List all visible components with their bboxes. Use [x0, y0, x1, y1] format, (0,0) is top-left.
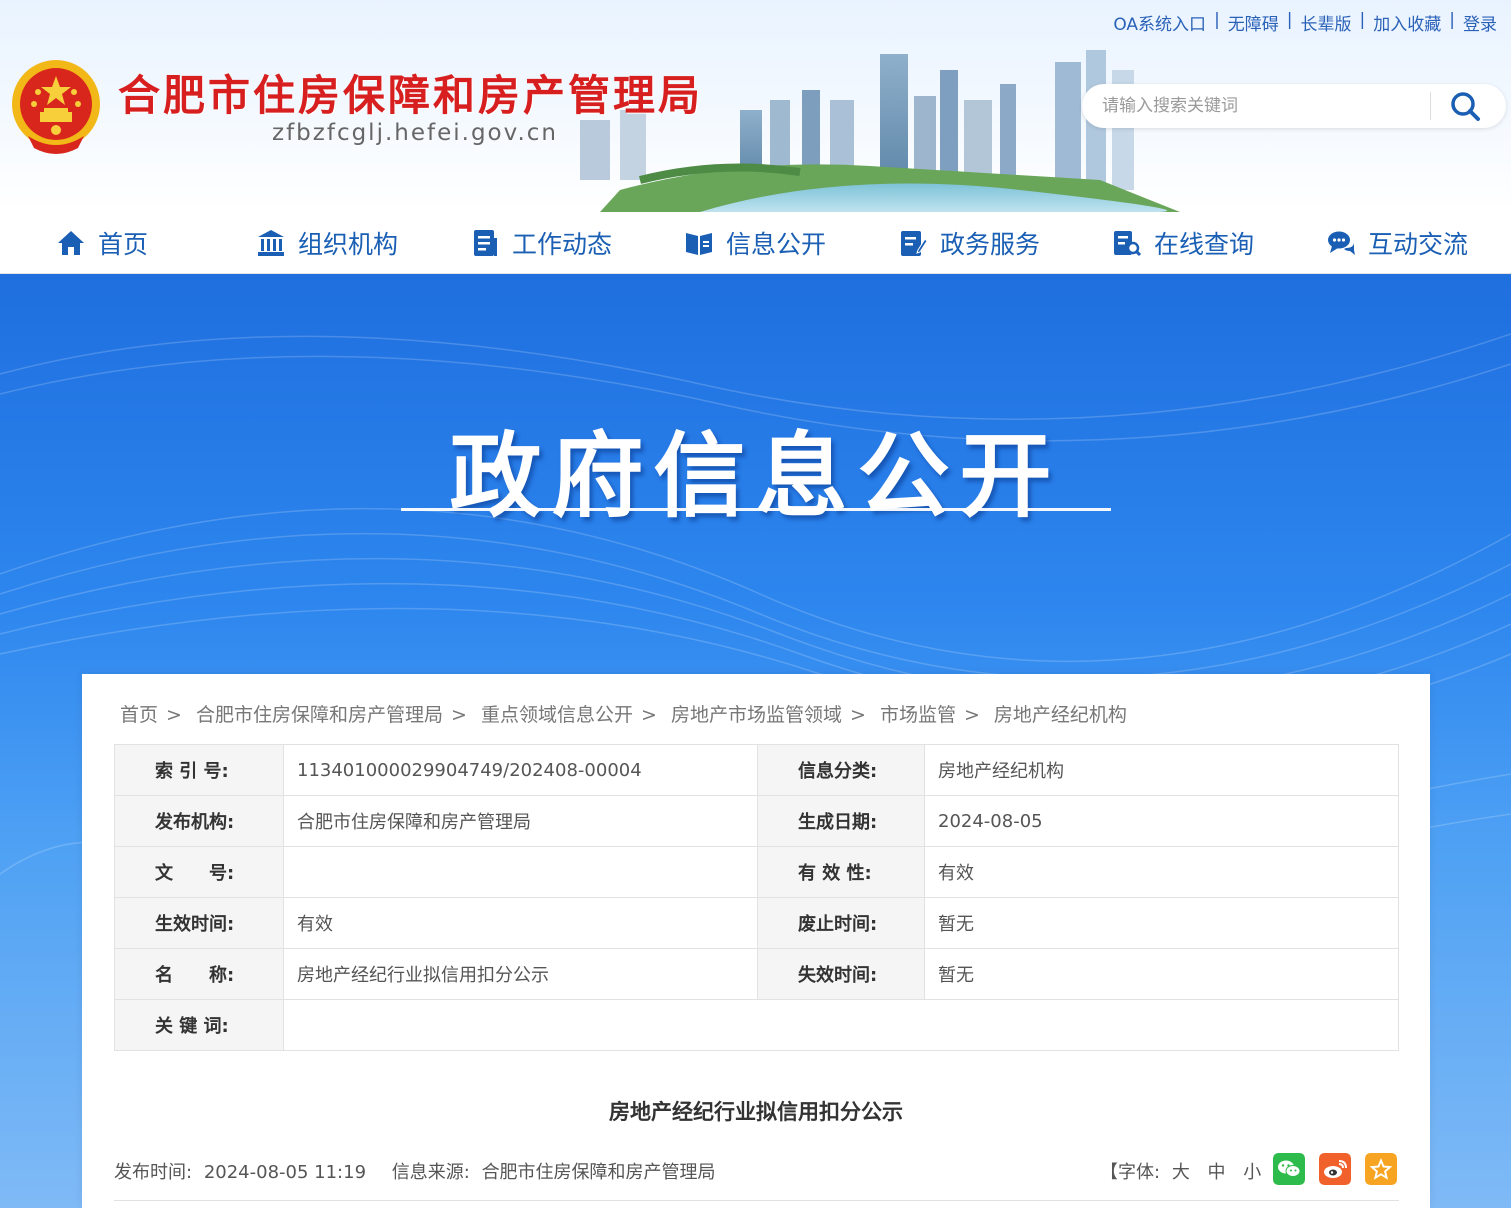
meta-value	[283, 846, 758, 898]
national-emblem-icon	[12, 60, 100, 154]
font-size-medium[interactable]: 中	[1208, 1162, 1226, 1183]
nav-item-label: 工作动态	[512, 230, 613, 259]
nav-item-online-query[interactable]: 在线查询	[1112, 212, 1254, 274]
font-size-switcher: 【字体: 大 中 小 】	[1100, 1158, 1291, 1184]
search-doc-icon	[1114, 231, 1142, 257]
search-icon[interactable]	[1446, 89, 1486, 123]
meta-value	[283, 999, 1399, 1051]
font-size-label: 【字体:	[1100, 1162, 1161, 1183]
banner-underline	[401, 508, 1111, 511]
favorite-star-icon[interactable]	[1365, 1153, 1397, 1185]
meta-key: 生效时间:	[114, 897, 284, 949]
add-favorite-link[interactable]: 加入收藏	[1365, 10, 1449, 35]
font-size-large[interactable]: 大	[1172, 1162, 1190, 1183]
wechat-share-icon[interactable]	[1273, 1153, 1305, 1185]
divider	[114, 1200, 1399, 1201]
chat-icon	[1328, 231, 1355, 255]
breadcrumb-separator: >	[963, 704, 980, 726]
document-icon	[474, 230, 497, 256]
table-row: 关 键 词:	[114, 999, 1399, 1051]
breadcrumb-separator: >	[451, 704, 467, 726]
meta-value: 有效	[283, 897, 758, 949]
publish-time: 2024-08-05 11:19	[203, 1162, 367, 1183]
breadcrumb-separator: >	[849, 704, 866, 726]
nav-item-organization[interactable]: 组织机构	[256, 212, 398, 274]
breadcrumb-market-supervision[interactable]: 市场监管	[880, 704, 956, 726]
nav-item-work-news[interactable]: 工作动态	[470, 212, 612, 274]
nav-item-label: 在线查询	[1154, 230, 1255, 259]
nav-item-gov-services[interactable]: 政务服务	[898, 212, 1040, 274]
home-icon	[58, 231, 84, 255]
site-header: 合肥市住房保障和房产管理局 zfbzfcglj.hefei.gov.cn OA系…	[0, 0, 1511, 212]
breadcrumb-home[interactable]: 首页	[120, 704, 158, 726]
meta-key: 有 效 性:	[757, 846, 925, 898]
breadcrumb-agencies[interactable]: 房地产经纪机构	[994, 704, 1127, 726]
meta-value: 暂无	[924, 948, 1399, 1000]
nav-item-interaction[interactable]: 互动交流	[1326, 212, 1468, 274]
meta-key: 失效时间:	[757, 948, 925, 1000]
nav-item-label: 信息公开	[726, 230, 827, 259]
banner-title: 政府信息公开	[449, 423, 1062, 530]
meta-value: 房地产经纪行业拟信用扣分公示	[283, 948, 758, 1000]
login-link[interactable]: 登录	[1455, 10, 1505, 35]
meta-value: 合肥市住房保障和房产管理局	[283, 795, 758, 847]
nav-item-label: 首页	[98, 230, 149, 259]
meta-key: 关 键 词:	[114, 999, 284, 1051]
meta-key: 生成日期:	[757, 795, 925, 847]
breadcrumb-bureau[interactable]: 合肥市住房保障和房产管理局	[196, 704, 443, 726]
table-row: 生效时间: 有效 废止时间: 暂无	[114, 897, 1399, 949]
table-row: 文 号: 有 效 性: 有效	[114, 846, 1399, 898]
publish-info: 发布时间: 2024-08-05 11:19 信息来源: 合肥市住房保障和房产管…	[114, 1158, 722, 1184]
meta-value: 暂无	[924, 897, 1399, 949]
meta-key: 废止时间:	[757, 897, 925, 949]
site-title: 合肥市住房保障和房产管理局	[118, 71, 704, 120]
search-input[interactable]	[1102, 92, 1422, 120]
meta-value: 房地产经纪机构	[924, 744, 1399, 796]
weibo-share-icon[interactable]	[1319, 1153, 1351, 1185]
meta-value: 有效	[924, 846, 1399, 898]
breadcrumb-market-supervision-area[interactable]: 房地产市场监管领域	[671, 704, 842, 726]
info-meta-table: 索 引 号: 113401000029904749/202408-00004 信…	[114, 744, 1399, 1051]
breadcrumb: 首页 > 合肥市住房保障和房产管理局 > 重点领域信息公开 > 房地产市场监管领域 > …	[120, 700, 1127, 727]
breadcrumb-separator: >	[640, 704, 657, 726]
source-label: 信息来源:	[391, 1162, 470, 1183]
open-book-icon	[686, 233, 712, 255]
source-value: 合肥市住房保障和房产管理局	[481, 1162, 716, 1183]
article-title: 房地产经纪行业拟信用扣分公示	[609, 1100, 903, 1124]
meta-key: 信息分类:	[757, 744, 925, 796]
accessibility-link[interactable]: 无障碍	[1220, 10, 1287, 35]
site-domain: zfbzfcglj.hefei.gov.cn	[272, 120, 558, 146]
search-box	[1082, 84, 1506, 128]
search-divider	[1430, 92, 1431, 120]
building-icon	[258, 230, 284, 256]
nav-item-home[interactable]: 首页	[56, 212, 148, 274]
meta-key: 索 引 号:	[114, 744, 284, 796]
breadcrumb-separator: >	[166, 704, 182, 726]
table-row: 名 称: 房地产经纪行业拟信用扣分公示 失效时间: 暂无	[114, 948, 1399, 1000]
table-row: 发布机构: 合肥市住房保障和房产管理局 生成日期: 2024-08-05	[114, 795, 1399, 847]
nav-item-info-disclosure[interactable]: 信息公开	[684, 212, 826, 274]
top-links: OA系统入口 | 无障碍 | 长辈版 | 加入收藏 | 登录	[1105, 10, 1505, 35]
breadcrumb-key-areas[interactable]: 重点领域信息公开	[481, 704, 633, 726]
font-size-small[interactable]: 小	[1243, 1162, 1261, 1183]
publish-time-label: 发布时间:	[114, 1162, 193, 1183]
meta-value: 2024-08-05	[924, 795, 1399, 847]
edit-form-icon	[901, 231, 928, 256]
meta-key: 文 号:	[114, 846, 284, 898]
meta-value: 113401000029904749/202408-00004	[283, 744, 758, 796]
oa-entry-link[interactable]: OA系统入口	[1105, 10, 1214, 35]
meta-key: 发布机构:	[114, 795, 284, 847]
nav-item-label: 政务服务	[940, 230, 1041, 259]
elder-mode-link[interactable]: 长辈版	[1293, 10, 1360, 35]
content-card: 首页 > 合肥市住房保障和房产管理局 > 重点领域信息公开 > 房地产市场监管领域 > …	[82, 674, 1430, 1208]
meta-key: 名 称:	[114, 948, 284, 1000]
nav-item-label: 互动交流	[1368, 230, 1469, 259]
main-nav: 首页 组织机构 工作动态 信息公开 政务服务 在线查询 互动交流	[0, 212, 1511, 274]
table-row: 索 引 号: 113401000029904749/202408-00004 信…	[114, 744, 1399, 796]
nav-item-label: 组织机构	[298, 230, 399, 259]
